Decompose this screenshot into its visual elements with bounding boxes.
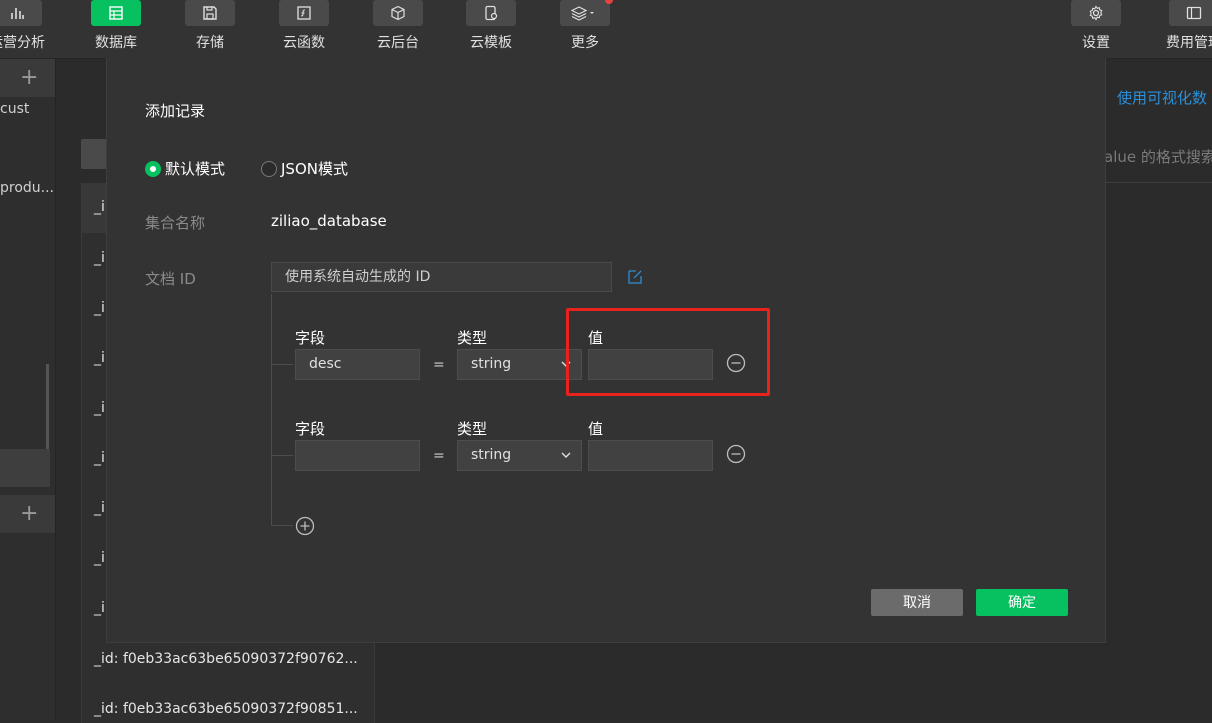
value-input[interactable] <box>588 440 713 471</box>
type-label: 类型 <box>457 329 488 347</box>
database-icon <box>91 0 141 26</box>
toolbar-database[interactable]: 数据库 <box>84 0 148 52</box>
radio-checked-icon <box>145 160 161 177</box>
toolbar-cloud-backend-label: 云后台 <box>377 35 419 51</box>
list-item[interactable]: _id: f0eb33ac63be65090372f90762... <box>94 651 358 667</box>
field-label: 字段 <box>295 420 326 438</box>
cube-icon <box>373 0 423 26</box>
radio-unchecked-icon <box>261 160 277 177</box>
type-label: 类型 <box>457 420 488 438</box>
add-index-icon[interactable]: + <box>20 503 38 525</box>
save-icon <box>185 0 235 26</box>
list-item[interactable]: _i <box>94 350 105 366</box>
add-collection-icon[interactable]: + <box>20 67 38 89</box>
sidebar-header-top: + <box>0 59 55 97</box>
field-name-input[interactable]: desc <box>295 349 420 380</box>
list-item[interactable]: _i <box>94 400 105 416</box>
collection-name-label: 集合名称 <box>145 214 206 232</box>
field-tree-branch <box>271 364 293 365</box>
toolbar-storage[interactable]: 存储 <box>178 0 242 52</box>
type-select[interactable]: string <box>457 440 582 471</box>
template-icon <box>466 0 516 26</box>
toolbar-more[interactable]: 更多 <box>553 0 617 52</box>
cancel-button[interactable]: 取消 <box>871 589 963 616</box>
toolbar-cloud-template[interactable]: 云模板 <box>459 0 523 52</box>
chevron-down-icon <box>561 452 571 458</box>
equals-sign: = <box>433 448 445 464</box>
list-item[interactable]: _i <box>94 300 105 316</box>
type-select[interactable]: string <box>457 349 582 380</box>
record-search-input[interactable]: alue 的格式搜索 <box>1104 140 1212 183</box>
list-item-id: _i <box>94 199 105 215</box>
confirm-button[interactable]: 确定 <box>976 589 1068 616</box>
toolbar-more-label: 更多 <box>571 35 599 51</box>
sidebar-header-bottom: + <box>0 495 55 533</box>
value-label: 值 <box>588 420 604 438</box>
add-record-dialog: 添加记录 默认模式 JSON模式 集合名称 ziliao_database 文档… <box>106 58 1106 643</box>
field-tree-branch <box>271 525 293 526</box>
equals-sign: = <box>433 357 445 373</box>
toolbar-cloud-function[interactable]: 云函数 <box>272 0 336 52</box>
billing-icon <box>1169 0 1212 26</box>
mode-default-radio[interactable]: 默认模式 <box>145 158 225 179</box>
toolbar-cloud-function-label: 云函数 <box>283 35 325 51</box>
notification-badge <box>605 0 613 4</box>
list-item[interactable]: _i <box>94 550 105 566</box>
toolbar-database-label: 数据库 <box>95 35 137 51</box>
bar-chart-icon <box>0 0 42 26</box>
list-item[interactable]: _id: f0eb33ac63be65090372f90851... <box>94 701 358 717</box>
field-name-input[interactable] <box>295 440 420 471</box>
layers-icon <box>560 0 613 26</box>
sidebar-scrollbar[interactable] <box>46 364 49 454</box>
mode-json-label: JSON模式 <box>281 160 348 178</box>
list-item[interactable]: _i <box>94 600 105 616</box>
document-id-label: 文档 ID <box>145 270 196 288</box>
add-field-icon[interactable] <box>295 516 315 540</box>
field-tree-branch <box>271 455 293 456</box>
visual-query-link[interactable]: 使用可视化数 <box>1117 87 1207 108</box>
gear-icon <box>1071 0 1121 26</box>
highlight-annotation-box <box>566 308 770 396</box>
type-select-value: string <box>471 356 512 372</box>
field-label: 字段 <box>295 329 326 347</box>
type-select-value: string <box>471 447 512 463</box>
document-id-input[interactable]: 使用系统自动生成的 ID <box>271 262 612 292</box>
collection-name-value: ziliao_database <box>271 212 387 230</box>
function-icon <box>279 0 329 26</box>
toolbar-cloud-backend[interactable]: 云后台 <box>366 0 430 52</box>
toolbar-billing-label: 费用管理 <box>1166 35 1212 51</box>
sidebar-item-produ[interactable]: produ... <box>0 180 54 196</box>
toolbar-cloud-template-label: 云模板 <box>470 35 512 51</box>
top-toolbar: 运营分析 数据库 存储 云函数 云后台 云模板 更多 <box>0 0 1212 59</box>
dialog-title: 添加记录 <box>145 102 206 120</box>
sidebar-item-selected[interactable] <box>0 449 50 487</box>
toolbar-analytics[interactable]: 运营分析 <box>0 0 49 52</box>
remove-field-icon[interactable] <box>726 444 746 468</box>
list-item[interactable]: _i <box>94 250 105 266</box>
mode-json-radio[interactable]: JSON模式 <box>261 158 348 179</box>
mode-default-label: 默认模式 <box>165 160 226 178</box>
edit-icon[interactable] <box>628 269 643 288</box>
sidebar-item-cust[interactable]: cust <box>0 101 29 117</box>
toolbar-settings-label: 设置 <box>1082 35 1110 51</box>
field-tree-line <box>271 294 272 525</box>
toolbar-settings[interactable]: 设置 <box>1064 0 1128 52</box>
toolbar-billing[interactable]: 费用管理 <box>1162 0 1212 52</box>
collection-sidebar: + cust produ... + <box>0 59 56 720</box>
toolbar-analytics-label: 运营分析 <box>0 35 45 51</box>
list-item[interactable]: _i <box>94 500 105 516</box>
list-item[interactable]: _i <box>94 450 105 466</box>
toolbar-storage-label: 存储 <box>196 35 224 51</box>
